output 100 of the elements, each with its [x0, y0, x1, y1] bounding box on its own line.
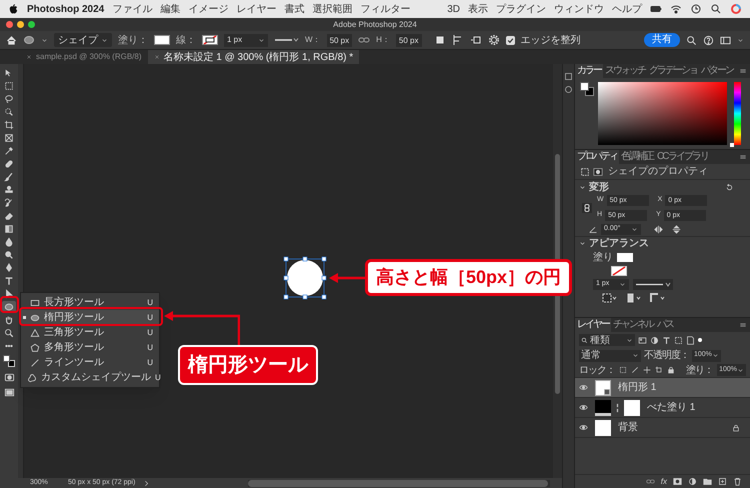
stroke-width-field[interactable]: 1 px: [224, 34, 268, 46]
wifi-icon[interactable]: [670, 3, 682, 15]
close-icon[interactable]: [26, 54, 32, 60]
hue-slider-thumb[interactable]: [730, 143, 734, 147]
bounding-box-icon[interactable]: [580, 166, 590, 176]
menu-item[interactable]: ウィンドウ: [554, 2, 604, 16]
layer-row[interactable]: 楕円形 1: [575, 378, 750, 398]
color-field[interactable]: [598, 82, 727, 145]
menu-item[interactable]: ファイル: [112, 2, 152, 16]
lock-artboard-icon[interactable]: [655, 366, 663, 374]
menu-item[interactable]: ヘルプ: [612, 2, 642, 16]
horizontal-scrollbar[interactable]: [248, 480, 548, 486]
reset-icon[interactable]: [725, 182, 734, 192]
chevron-down-icon[interactable]: [579, 184, 586, 190]
flip-vertical-icon[interactable]: [672, 224, 681, 234]
workspace-icon[interactable]: [720, 34, 731, 46]
blend-mode-dropdown[interactable]: 通常: [579, 350, 641, 362]
flip-horizontal-icon[interactable]: [654, 224, 663, 234]
align-icon[interactable]: [452, 34, 464, 46]
lock-icon[interactable]: [667, 366, 675, 374]
clock-icon[interactable]: [690, 3, 702, 15]
ellipse-tool-tool[interactable]: [2, 300, 16, 312]
adjustment-layer-icon[interactable]: [688, 477, 697, 486]
panel-menu-icon[interactable]: [739, 67, 747, 75]
chevron-down-icon[interactable]: [579, 240, 586, 247]
menu-item[interactable]: 楕円形ツール U: [21, 310, 159, 325]
foreground-background-icon[interactable]: [580, 82, 594, 96]
panel-tab[interactable]: レイヤー: [575, 318, 611, 332]
menu-item[interactable]: 長方形ツール U: [21, 295, 159, 310]
lock-pixels-icon[interactable]: [619, 366, 627, 374]
panel-tab[interactable]: スウォッチ: [603, 64, 647, 78]
settings-icon[interactable]: [488, 34, 500, 46]
height-field[interactable]: 50 px: [396, 34, 422, 46]
panel-tab[interactable]: プロパティ: [575, 150, 619, 164]
adjustment-filter-icon[interactable]: [650, 336, 659, 344]
shape-filter-icon[interactable]: [674, 336, 683, 344]
add-mask-icon[interactable]: [673, 477, 682, 486]
screen-mode-icon[interactable]: [4, 387, 14, 398]
share-button[interactable]: 共有: [644, 33, 680, 47]
menu-item[interactable]: カスタムシェイプツール U: [21, 370, 159, 385]
layer-style-button[interactable]: fx: [660, 476, 667, 488]
zoom-button[interactable]: [28, 21, 35, 28]
type-filter-icon[interactable]: [662, 336, 671, 344]
menu-item[interactable]: 編集: [160, 2, 180, 16]
fill-swatch[interactable]: [154, 35, 170, 45]
panel-tab[interactable]: パス: [655, 318, 675, 332]
menu-item[interactable]: 多角形ツール U: [21, 340, 159, 355]
layer-filter-dropdown[interactable]: 種類: [579, 334, 635, 346]
chevron-icon[interactable]: [143, 480, 150, 486]
info-panel-icon[interactable]: [564, 85, 573, 94]
color-wheel-icon[interactable]: [730, 3, 742, 15]
battery-icon[interactable]: [650, 3, 662, 15]
minimize-button[interactable]: [17, 21, 24, 28]
lock-position-icon[interactable]: [643, 366, 651, 374]
panel-menu-icon[interactable]: [739, 153, 747, 161]
line-style-dropdown[interactable]: [633, 278, 673, 290]
crop-tool[interactable]: [2, 118, 16, 130]
lock-paint-icon[interactable]: [631, 366, 639, 374]
filter-toggle[interactable]: [698, 338, 702, 342]
menu-item[interactable]: 選択範囲: [312, 2, 352, 16]
search-icon[interactable]: [686, 34, 697, 46]
home-icon[interactable]: [6, 34, 17, 46]
ellipse-icon[interactable]: [23, 34, 35, 46]
panel-tab[interactable]: グラデーショ: [647, 64, 699, 78]
help-icon[interactable]: [703, 34, 714, 46]
close-button[interactable]: [6, 21, 13, 28]
menu-item[interactable]: 三角形ツール U: [21, 325, 159, 340]
menu-item[interactable]: プラグイン: [496, 2, 546, 16]
menu-item[interactable]: レイヤー: [236, 2, 276, 16]
panel-tab[interactable]: カラー: [575, 64, 603, 78]
stroke-align-icon[interactable]: [601, 292, 617, 304]
quick-mask-icon[interactable]: [4, 372, 14, 383]
visibility-icon[interactable]: [579, 423, 588, 432]
corners-icon[interactable]: [649, 292, 665, 304]
menu-item[interactable]: ラインツール U: [21, 355, 159, 370]
visibility-icon[interactable]: [579, 403, 588, 412]
arrange-icon[interactable]: [470, 34, 482, 46]
layer-row[interactable]: 背景: [575, 418, 750, 438]
angle-icon[interactable]: [589, 224, 598, 234]
mask-icon[interactable]: [593, 166, 603, 176]
layer-row[interactable]: べた塗り 1: [575, 398, 750, 418]
search-icon[interactable]: [710, 3, 722, 15]
panel-tab[interactable]: 色調補正: [619, 150, 655, 164]
mode-dropdown[interactable]: シェイプ: [54, 33, 112, 47]
history-panel-icon[interactable]: [564, 72, 573, 81]
close-icon[interactable]: [154, 54, 160, 60]
menu-item[interactable]: 3D: [447, 2, 460, 16]
panel-tab[interactable]: パターン: [699, 64, 735, 78]
link-layers-icon[interactable]: [646, 477, 655, 486]
panel-tab[interactable]: CC ライブラリ: [655, 150, 710, 164]
panel-tab[interactable]: チャンネル: [611, 318, 655, 332]
visibility-icon[interactable]: [579, 383, 588, 392]
fill-swatch[interactable]: [617, 252, 633, 262]
line-caps-icon[interactable]: [625, 292, 641, 304]
path-operations-icon[interactable]: [434, 34, 446, 46]
menu-item[interactable]: 書式: [284, 2, 304, 16]
document-tab[interactable]: 名称未設定 1 @ 300% (楕円形 1, RGB/8) *: [148, 50, 360, 64]
stroke-swatch[interactable]: [611, 266, 627, 276]
folder-icon[interactable]: [703, 477, 712, 486]
apple-icon[interactable]: [8, 4, 19, 14]
